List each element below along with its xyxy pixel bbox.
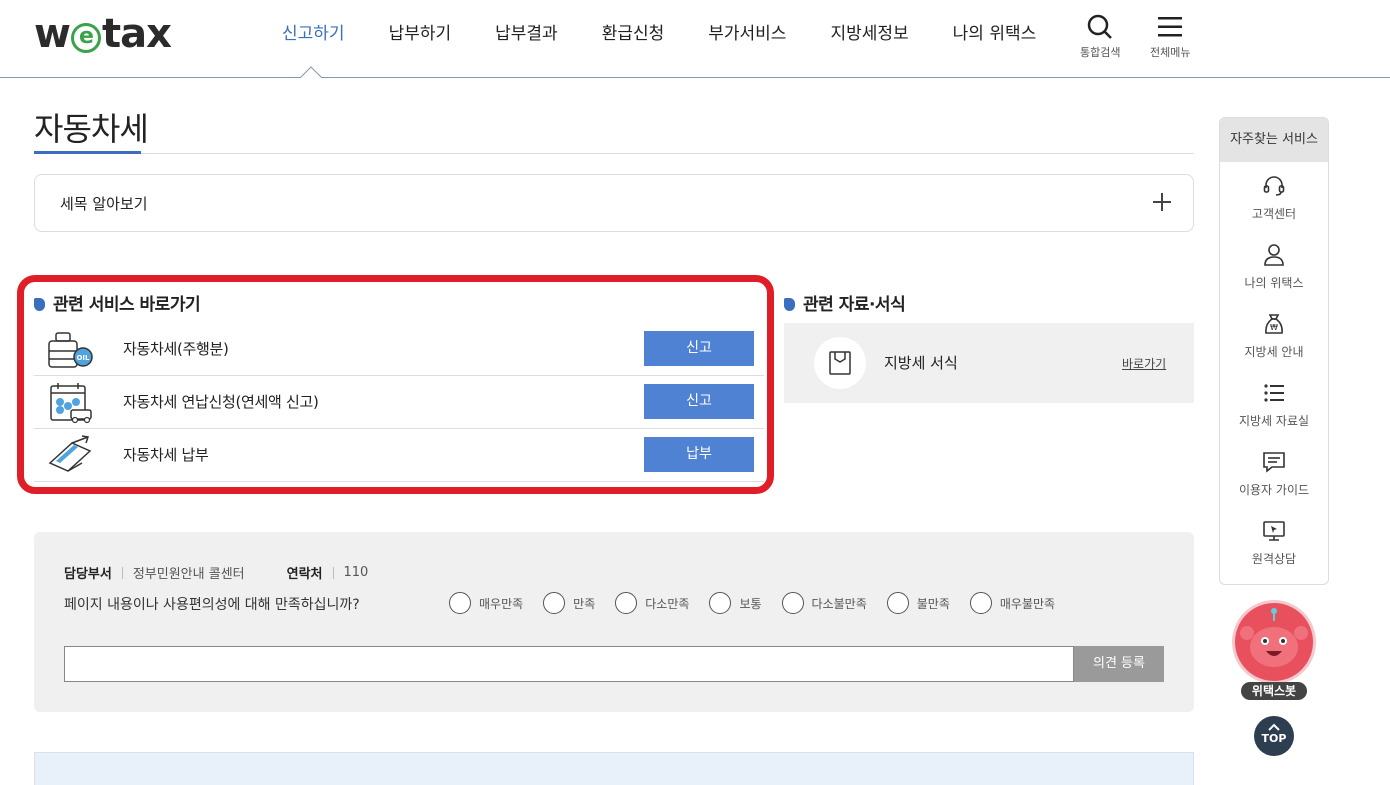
plus-icon: [1153, 193, 1171, 211]
tax-info-accordion[interactable]: 세목 알아보기: [34, 174, 1194, 232]
dept-value: 정부민원안내 콜센터: [132, 567, 245, 582]
wetax-logo[interactable]: w e tax: [34, 12, 172, 56]
top-label: TOP: [1261, 732, 1287, 745]
rating-option[interactable]: 만족: [543, 592, 595, 614]
radio-button[interactable]: [886, 592, 909, 614]
quick-menu: 자주찾는 서비스 고객센터 나의 위택스 ₩ 지방세 안내 지방세 자료실 이용…: [1219, 117, 1329, 585]
rating-option[interactable]: 매우불만족: [969, 592, 1055, 614]
docs-card: 지방세 서식 바로가기: [784, 323, 1194, 403]
main-nav: 신고하기 납부하기 납부결과 환급신청 부가서비스 지방세정보 나의 위택스: [260, 20, 1058, 48]
card-payment-icon: [48, 435, 92, 472]
quick-item-customer-center[interactable]: 고객센터: [1220, 162, 1328, 231]
money-bag-icon: ₩: [1265, 314, 1283, 334]
radio-button[interactable]: [543, 592, 566, 614]
quick-item-local-tax-library[interactable]: 지방세 자료실: [1220, 369, 1328, 438]
document-icon: [829, 351, 851, 375]
bot-mascot-icon: [1232, 600, 1316, 684]
docs-heading: 관련 자료·서식: [784, 290, 906, 315]
quick-menu-heading: 자주찾는 서비스: [1220, 118, 1328, 162]
quick-item-remote-support[interactable]: 원격상담: [1220, 507, 1328, 576]
nav-item-local-tax-info[interactable]: 지방세정보: [808, 20, 930, 48]
user-icon: [1264, 244, 1284, 266]
radio-button[interactable]: [969, 592, 992, 614]
quick-item-my-wetax[interactable]: 나의 위택스: [1220, 231, 1328, 300]
search-label: 통합검색: [1080, 46, 1121, 59]
rating-options: 매우만족 만족 다소만족 보통 다소불만족 불만족 매우불만족: [449, 592, 1075, 614]
scroll-top-button[interactable]: TOP: [1254, 716, 1294, 756]
search-icon: [1087, 14, 1113, 39]
quick-item-local-tax-guide[interactable]: ₩ 지방세 안내: [1220, 300, 1328, 369]
service-name: 자동차세(주행분): [123, 340, 229, 358]
bottom-info-box: [34, 752, 1194, 785]
services-heading: 관련 서비스 바로가기: [34, 290, 201, 315]
contact-value: 110: [343, 565, 369, 580]
monitor-icon: [1263, 521, 1285, 541]
accordion-label: 세목 알아보기: [60, 195, 148, 213]
nav-item-pay[interactable]: 납부하기: [367, 20, 474, 48]
document-icon-circle: [814, 337, 866, 389]
radio-button[interactable]: [709, 592, 732, 614]
report-button[interactable]: 신고: [644, 331, 754, 366]
bullet-icon: [34, 298, 45, 311]
chat-bubble-icon: [1263, 452, 1285, 473]
service-row: 자동차세 연납신청(연세액 신고) 신고: [34, 376, 764, 429]
nav-item-pay-result[interactable]: 납부결과: [473, 20, 580, 48]
contact-info: 담당부서 정부민원안내 콜센터 연락처 110: [64, 563, 368, 582]
rating-option[interactable]: 매우만족: [449, 592, 523, 614]
all-menu-button[interactable]: 전체메뉴: [1150, 14, 1190, 60]
go-link[interactable]: 바로가기: [1122, 355, 1166, 372]
radio-button[interactable]: [615, 592, 638, 614]
report-button[interactable]: 신고: [644, 384, 754, 419]
site-header: w e tax 신고하기 납부하기 납부결과 환급신청 부가서비스 지방세정보 나의…: [0, 0, 1390, 78]
divider: [332, 566, 334, 579]
rating-option[interactable]: 보통: [709, 592, 762, 614]
radio-button[interactable]: [781, 592, 804, 614]
rating-option[interactable]: 다소불만족: [781, 592, 867, 614]
docs-item-name: 지방세 서식: [884, 354, 958, 372]
satisfaction-survey: 담당부서 정부민원안내 콜센터 연락처 110 페이지 내용이나 사용편의성에 …: [34, 532, 1194, 712]
all-menu-label: 전체메뉴: [1150, 46, 1191, 59]
title-underline: [34, 151, 141, 154]
search-button[interactable]: 통합검색: [1080, 14, 1120, 60]
radio-button[interactable]: [449, 592, 471, 614]
service-name: 자동차세 연납신청(연세액 신고): [123, 393, 319, 411]
pay-button[interactable]: 납부: [644, 437, 754, 472]
service-row: OIL 자동차세(주행분) 신고: [34, 323, 764, 376]
bullet-icon: [784, 298, 795, 311]
headset-icon: [1263, 176, 1285, 196]
active-nav-caret: [300, 66, 322, 78]
title-divider: [34, 153, 1194, 154]
rating-option[interactable]: 다소만족: [615, 592, 689, 614]
opinion-input[interactable]: [64, 646, 1074, 682]
wetax-bot-button[interactable]: 위택스봇: [1232, 600, 1316, 700]
hamburger-icon: [1158, 17, 1183, 37]
nav-item-refund[interactable]: 환급신청: [580, 20, 687, 48]
fuel-tank-oil-icon: OIL: [48, 332, 93, 368]
contact-label: 연락처: [286, 567, 323, 582]
page-title: 자동차세: [34, 110, 149, 148]
nav-item-extra-services[interactable]: 부가서비스: [686, 20, 808, 48]
service-row: 자동차세 납부 납부: [34, 429, 764, 482]
quick-item-user-guide[interactable]: 이용자 가이드: [1220, 438, 1328, 507]
survey-question: 페이지 내용이나 사용편의성에 대해 만족하십니까?: [64, 597, 360, 613]
submit-opinion-button[interactable]: 의견 등록: [1074, 646, 1164, 682]
svg-text:₩: ₩: [1270, 323, 1278, 332]
calendar-car-icon: [50, 383, 92, 424]
divider: [121, 566, 123, 579]
bot-label: 위택스봇: [1241, 682, 1307, 700]
nav-item-report[interactable]: 신고하기: [260, 20, 367, 48]
nav-item-my-wetax[interactable]: 나의 위택스: [931, 20, 1059, 48]
rating-option[interactable]: 불만족: [886, 592, 950, 614]
list-icon: [1264, 384, 1284, 402]
chevron-up-icon: [1268, 723, 1280, 731]
dept-label: 담당부서: [64, 567, 112, 582]
svg-text:OIL: OIL: [76, 354, 90, 362]
service-name: 자동차세 납부: [123, 446, 209, 464]
